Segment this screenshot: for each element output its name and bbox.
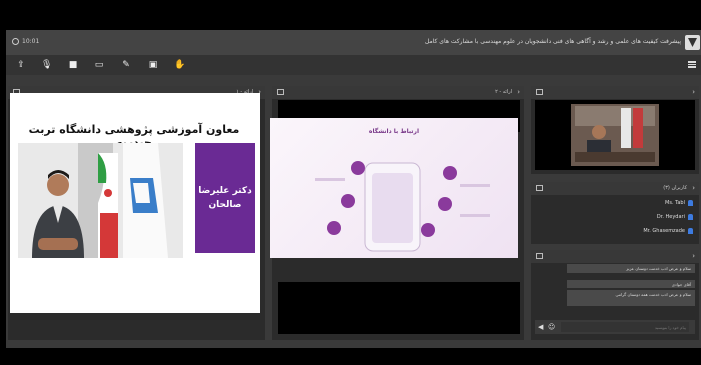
session-clock: 10:01 xyxy=(12,38,39,45)
chat-message: سلام و عرض ادب خدمت همه دوستان گرامی xyxy=(567,290,695,306)
user-icon xyxy=(688,214,693,220)
panel-label: کاربران (۳) xyxy=(663,185,687,191)
user-icon xyxy=(688,228,693,234)
chat-panel: › سلام و عرض ادب خدمت دوستان عزیز آقای ج… xyxy=(531,250,699,340)
user-icon xyxy=(688,200,693,206)
chat-message: سلام و عرض ادب خدمت دوستان عزیز xyxy=(567,264,695,273)
clock-text: 10:01 xyxy=(22,38,40,45)
speaker-name-card: دکتر علیرضا صالحان xyxy=(195,143,255,253)
slide-content: معاون آموزشی پژوهشی دانشگاه تربت حیدریه … xyxy=(10,93,260,313)
close-icon[interactable]: › xyxy=(517,88,520,96)
raise-hand-icon[interactable]: ✋ xyxy=(174,60,185,70)
webcam-panel: › xyxy=(531,86,699,174)
users-panel: کاربران (۳) › Ms. Tabl Dr. Heydari Mr. G… xyxy=(531,182,699,244)
panel-header: › xyxy=(531,250,699,263)
title-bar: 10:01 پیشرفت کیفیت های علمی و رشد و آگاه… xyxy=(6,30,701,55)
whiteboard-icon[interactable]: ▣ xyxy=(148,60,158,70)
pen-icon[interactable]: ✎ xyxy=(121,60,131,70)
clock-icon xyxy=(12,38,19,45)
panel-header: ارائه - ۲ › xyxy=(272,86,524,99)
contact-illustration xyxy=(315,161,490,252)
hamburger-menu-icon[interactable] xyxy=(688,61,696,68)
user-name: Dr. Heydari xyxy=(656,214,685,220)
user-name: Mr. Ghasemzade xyxy=(643,228,685,234)
panel-header: کاربران (۳) › xyxy=(531,182,699,195)
user-name: Ms. Tabl xyxy=(665,200,685,206)
share-screen-icon[interactable]: ⇪ xyxy=(16,60,26,70)
toolbar: ⇪ 🎙 ■ ▭ ✎ ▣ ✋ xyxy=(6,55,701,75)
emoji-icon[interactable]: ☺ xyxy=(548,323,555,331)
speaker-name-line2: صالحان xyxy=(208,200,242,210)
microphone-icon[interactable]: 🎙 xyxy=(41,60,52,70)
chat-input-bar: ◀ ☺ xyxy=(535,320,695,334)
webcam-image xyxy=(571,104,659,166)
screen-icon[interactable]: ▭ xyxy=(94,60,104,70)
speaker-photo xyxy=(18,143,183,258)
panel-icon xyxy=(277,89,284,95)
webcam-feed xyxy=(535,100,695,170)
send-icon[interactable]: ◀ xyxy=(538,323,543,331)
speaker-name-line1: دکتر علیرضا xyxy=(198,186,252,196)
app-logo xyxy=(685,35,700,50)
camera-icon xyxy=(536,89,543,95)
panel-header: › xyxy=(531,86,699,99)
speaker-photo-art xyxy=(18,143,183,258)
user-item[interactable]: Mr. Ghasemzade xyxy=(643,228,693,234)
video-letterbox-bottom xyxy=(278,282,520,334)
users-icon xyxy=(536,185,543,191)
user-item[interactable]: Dr. Heydari xyxy=(657,214,693,220)
chat-icon xyxy=(536,253,543,259)
session-title: پیشرفت کیفیت های علمی و رشد و آگاهی های … xyxy=(424,38,681,45)
panel-label: ارائه - ۲ xyxy=(495,89,512,95)
close-icon[interactable]: › xyxy=(692,252,695,260)
close-icon[interactable]: › xyxy=(692,184,695,192)
close-icon[interactable]: › xyxy=(692,88,695,96)
chat-input[interactable] xyxy=(561,322,689,332)
user-item[interactable]: Ms. Tabl xyxy=(665,200,693,206)
camera-icon[interactable]: ■ xyxy=(68,60,78,70)
chat-message: آقای جوادی xyxy=(567,280,695,288)
screen-frame: 10:01 پیشرفت کیفیت های علمی و رشد و آگاه… xyxy=(0,0,701,365)
slide-content-contact: ارتباط با دانشگاه xyxy=(270,118,518,258)
